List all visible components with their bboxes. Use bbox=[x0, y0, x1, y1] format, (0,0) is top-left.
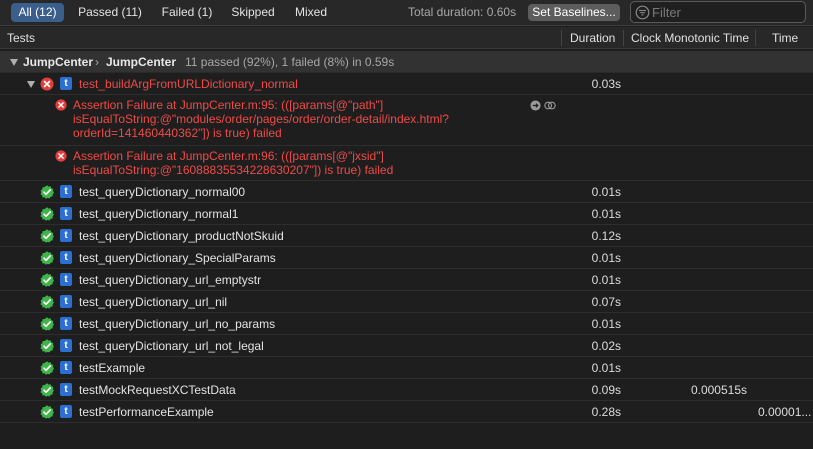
group-name: JumpCenter bbox=[23, 55, 94, 69]
test-name: testPerformanceExample bbox=[79, 405, 214, 419]
test-duration: 0.01s bbox=[591, 251, 621, 265]
test-row[interactable]: t test_queryDictionary_url_not_legal 0.0… bbox=[0, 335, 813, 357]
test-clock-monotonic-time: 0.000515s bbox=[690, 383, 747, 397]
header-tests[interactable]: Tests bbox=[7, 27, 35, 49]
test-type-badge-icon: t bbox=[60, 229, 72, 242]
test-type-badge-icon: t bbox=[60, 405, 72, 418]
pass-checkmark-icon bbox=[40, 229, 54, 243]
scope-bar: All (12) Passed (11) Failed (1) Skipped … bbox=[0, 0, 813, 26]
test-name: test_queryDictionary_url_not_legal bbox=[79, 339, 264, 353]
test-name: test_queryDictionary_productNotSkuid bbox=[79, 229, 284, 243]
header-time[interactable]: Time bbox=[772, 27, 798, 49]
set-baselines-button[interactable]: Set Baselines... bbox=[528, 4, 620, 21]
column-header: Tests Duration Clock Monotonic Time Time bbox=[0, 27, 813, 49]
test-name: test_buildArgFromURLDictionary_normal bbox=[79, 77, 298, 91]
test-type-badge-icon: t bbox=[60, 317, 72, 330]
pass-checkmark-icon bbox=[40, 185, 54, 199]
breadcrumb-chevron-icon: › bbox=[95, 55, 99, 69]
filter-field[interactable] bbox=[630, 1, 806, 23]
test-row[interactable]: t testExample 0.01s bbox=[0, 357, 813, 379]
disclosure-triangle-icon[interactable] bbox=[27, 81, 35, 88]
failure-message-line: isEqualToString:@"modules/order/pages/or… bbox=[73, 112, 449, 126]
pass-checkmark-icon bbox=[40, 383, 54, 397]
test-name: test_queryDictionary_url_emptystr bbox=[79, 273, 262, 287]
test-type-badge-icon: t bbox=[60, 185, 72, 198]
jump-to-source-icon[interactable] bbox=[530, 100, 541, 111]
link-icon[interactable] bbox=[544, 100, 556, 111]
test-row[interactable]: t test_queryDictionary_SpecialParams 0.0… bbox=[0, 247, 813, 269]
test-row[interactable]: t test_queryDictionary_normal00 0.01s bbox=[0, 181, 813, 203]
group-summary: 11 passed (92%), 1 failed (8%) in 0.59s bbox=[185, 55, 395, 69]
test-row[interactable]: t testMockRequestXCTestData 0.09s 0.0005… bbox=[0, 379, 813, 401]
header-separator[interactable] bbox=[623, 30, 624, 46]
test-row[interactable]: t testPerformanceExample 0.28s 0.00001..… bbox=[0, 401, 813, 423]
test-time: 0.00001... bbox=[758, 405, 812, 419]
failure-message-row[interactable]: Assertion Failure at JumpCenter.m:95: ((… bbox=[0, 95, 813, 145]
disclosure-triangle-icon[interactable] bbox=[10, 59, 18, 66]
test-row[interactable]: t test_queryDictionary_productNotSkuid 0… bbox=[0, 225, 813, 247]
header-separator[interactable] bbox=[561, 30, 562, 46]
failure-message-line: isEqualToString:@"16088835534228630207"]… bbox=[73, 163, 394, 177]
total-duration: Total duration: 0.60s bbox=[408, 5, 517, 19]
scope-mixed-button[interactable]: Mixed bbox=[289, 3, 333, 22]
group-row-jumpcenter[interactable]: JumpCenter › JumpCenter 11 passed (92%),… bbox=[0, 51, 813, 73]
test-name: test_queryDictionary_normal1 bbox=[79, 207, 239, 221]
test-name: testExample bbox=[79, 361, 146, 375]
test-name: test_queryDictionary_normal00 bbox=[79, 185, 246, 199]
test-duration: 0.02s bbox=[591, 339, 621, 353]
test-type-badge-icon: t bbox=[60, 295, 72, 308]
test-duration: 0.01s bbox=[591, 185, 621, 199]
test-row-failed[interactable]: t test_buildArgFromURLDictionary_normal … bbox=[0, 73, 813, 95]
test-duration: 0.12s bbox=[591, 229, 621, 243]
failure-message-line: Assertion Failure at JumpCenter.m:95: ((… bbox=[73, 98, 384, 112]
pass-checkmark-icon bbox=[40, 405, 54, 419]
scope-failed-button[interactable]: Failed (1) bbox=[156, 3, 218, 22]
test-type-badge-icon: t bbox=[60, 77, 72, 90]
test-duration: 0.09s bbox=[591, 383, 621, 397]
test-duration: 0.07s bbox=[591, 295, 621, 309]
scope-all-button[interactable]: All (12) bbox=[11, 3, 64, 22]
test-type-badge-icon: t bbox=[60, 339, 72, 352]
header-clock-monotonic-time[interactable]: Clock Monotonic Time bbox=[631, 27, 749, 49]
header-separator[interactable] bbox=[755, 30, 756, 46]
failure-message-line: Assertion Failure at JumpCenter.m:96: ((… bbox=[73, 149, 384, 163]
scope-passed-button[interactable]: Passed (11) bbox=[72, 3, 148, 22]
fail-x-icon bbox=[55, 99, 67, 111]
test-duration: 0.01s bbox=[591, 361, 621, 375]
pass-checkmark-icon bbox=[40, 251, 54, 265]
test-duration: 0.01s bbox=[591, 207, 621, 221]
test-duration: 0.01s bbox=[591, 273, 621, 287]
test-row[interactable]: t test_queryDictionary_url_no_params 0.0… bbox=[0, 313, 813, 335]
pass-checkmark-icon bbox=[40, 317, 54, 331]
pass-checkmark-icon bbox=[40, 361, 54, 375]
test-duration: 0.03s bbox=[591, 77, 621, 91]
fail-x-icon bbox=[55, 150, 67, 162]
failure-message-line: orderId=141460440362"]) is true) failed bbox=[73, 126, 282, 140]
scope-skipped-button[interactable]: Skipped bbox=[226, 3, 280, 22]
group-target: JumpCenter bbox=[106, 55, 177, 69]
test-name: test_queryDictionary_url_no_params bbox=[79, 317, 276, 331]
fail-x-icon bbox=[40, 77, 54, 91]
test-type-badge-icon: t bbox=[60, 273, 72, 286]
test-type-badge-icon: t bbox=[60, 251, 72, 264]
test-name: test_queryDictionary_SpecialParams bbox=[79, 251, 276, 265]
pass-checkmark-icon bbox=[40, 339, 54, 353]
test-type-badge-icon: t bbox=[60, 207, 72, 220]
test-name: test_queryDictionary_url_nil bbox=[79, 295, 228, 309]
failure-message-row[interactable]: Assertion Failure at JumpCenter.m:96: ((… bbox=[0, 146, 813, 180]
pass-checkmark-icon bbox=[40, 273, 54, 287]
test-type-badge-icon: t bbox=[60, 361, 72, 374]
test-row[interactable]: t test_queryDictionary_url_emptystr 0.01… bbox=[0, 269, 813, 291]
header-duration[interactable]: Duration bbox=[570, 27, 615, 49]
filter-input[interactable] bbox=[652, 3, 802, 21]
test-type-badge-icon: t bbox=[60, 383, 72, 396]
pass-checkmark-icon bbox=[40, 207, 54, 221]
test-name: testMockRequestXCTestData bbox=[79, 383, 236, 397]
pass-checkmark-icon bbox=[40, 295, 54, 309]
test-duration: 0.01s bbox=[591, 317, 621, 331]
test-row[interactable]: t test_queryDictionary_normal1 0.01s bbox=[0, 203, 813, 225]
filter-icon bbox=[635, 5, 650, 20]
test-duration: 0.28s bbox=[591, 405, 621, 419]
test-row[interactable]: t test_queryDictionary_url_nil 0.07s bbox=[0, 291, 813, 313]
